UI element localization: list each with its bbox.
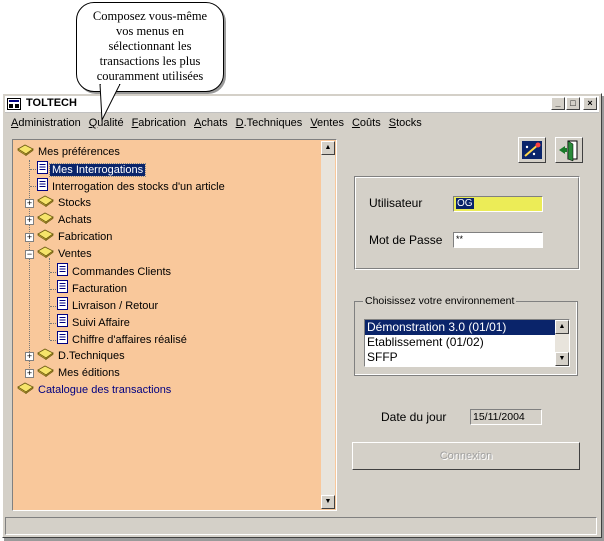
app-window: TOLTECH _ □ × Administration Qualité Fabri… bbox=[2, 93, 602, 538]
book-icon bbox=[17, 144, 34, 157]
tree-item-commandes-clients[interactable]: Commandes Clients bbox=[57, 263, 173, 279]
tree-item-d-techniques[interactable]: D.Techniques bbox=[37, 348, 127, 364]
tree-item-label: Commandes Clients bbox=[72, 265, 172, 278]
menu-achats[interactable]: Achats bbox=[190, 115, 232, 131]
scroll-up-button[interactable]: ▲ bbox=[321, 141, 335, 155]
menu-d-techniques[interactable]: D.Techniques bbox=[232, 115, 307, 131]
expand-icon[interactable]: + bbox=[25, 352, 34, 361]
collapse-icon[interactable]: − bbox=[25, 250, 34, 259]
environment-group: Choisissez votre environnement Démonstra… bbox=[354, 295, 578, 376]
tree-item-label: Stocks bbox=[58, 197, 92, 210]
tree-item-mes-interrogations[interactable]: Mes Interrogations bbox=[37, 161, 147, 177]
book-icon bbox=[37, 195, 54, 208]
env-scroll-up[interactable]: ▲ bbox=[555, 320, 569, 334]
tree-item-achats[interactable]: Achats bbox=[37, 212, 94, 228]
status-bar bbox=[5, 517, 599, 535]
tree-item-fabrication[interactable]: Fabrication bbox=[37, 229, 114, 245]
tree-item-label: Mes Interrogations bbox=[48, 162, 147, 177]
expand-icon[interactable]: + bbox=[25, 233, 34, 242]
tree-item-label: D.Techniques bbox=[58, 350, 125, 363]
environment-option[interactable]: SFFP bbox=[365, 350, 555, 365]
date-field: 15/11/2004 bbox=[470, 409, 542, 425]
book-icon bbox=[37, 365, 54, 378]
menu-fabrication[interactable]: Fabrication bbox=[128, 115, 190, 131]
tree-item-mes-editions[interactable]: Mes éditions bbox=[37, 365, 122, 381]
tree-item-label: Catalogue des transactions bbox=[38, 384, 172, 397]
exit-tool-button[interactable] bbox=[555, 137, 583, 163]
tree-item-label: Mes éditions bbox=[58, 367, 120, 380]
menu-stocks[interactable]: Stocks bbox=[385, 115, 426, 131]
tree-item-label: Mes préférences bbox=[38, 146, 120, 159]
tree-item-ventes[interactable]: Ventes bbox=[37, 246, 94, 262]
tree-item-label: Ventes bbox=[58, 248, 92, 261]
menu-bar: Administration Qualité Fabrication Achats D.… bbox=[7, 115, 426, 131]
wand-icon bbox=[522, 141, 542, 159]
transaction-tree[interactable]: ▲ ▼ Mes préférences Mes Interrogations Int… bbox=[12, 139, 337, 511]
document-icon bbox=[37, 161, 48, 174]
menu-co-ts[interactable]: Coûts bbox=[348, 115, 385, 131]
tree-item-livraison-retour[interactable]: Livraison / Retour bbox=[57, 297, 160, 313]
user-value: OG bbox=[456, 198, 474, 209]
tree-item-label: Interrogation des stocks d'un article bbox=[52, 180, 225, 193]
tree-item-suivi-affaire[interactable]: Suivi Affaire bbox=[57, 314, 132, 330]
book-icon bbox=[37, 246, 54, 259]
user-input[interactable]: OG bbox=[453, 196, 543, 212]
tree-item-chiffre-d-affaires-realise[interactable]: Chiffre d'affaires réalisé bbox=[57, 331, 189, 347]
environment-option[interactable]: Etablissement (01/02) bbox=[365, 335, 555, 350]
expand-icon[interactable]: + bbox=[25, 199, 34, 208]
window-title: TOLTECH bbox=[26, 97, 77, 109]
password-label: Mot de Passe bbox=[369, 233, 443, 247]
document-icon bbox=[57, 280, 68, 293]
maximize-button[interactable]: □ bbox=[566, 97, 580, 110]
scroll-down-button[interactable]: ▼ bbox=[321, 495, 335, 509]
tree-item-label: Fabrication bbox=[58, 231, 113, 244]
environment-legend: Choisissez votre environnement bbox=[363, 295, 517, 307]
menu-ventes[interactable]: Ventes bbox=[306, 115, 348, 131]
expand-icon[interactable]: + bbox=[25, 216, 34, 225]
minimize-button[interactable]: _ bbox=[551, 97, 565, 110]
config-tool-button[interactable] bbox=[518, 137, 546, 163]
callout-tail bbox=[99, 84, 121, 122]
document-icon bbox=[37, 178, 48, 191]
password-input[interactable]: ** bbox=[453, 232, 543, 248]
tooltip-callout: Composez vous-même vos menus en sélectio… bbox=[76, 2, 224, 92]
tree-item-catalogue-des-transactions[interactable]: Catalogue des transactions bbox=[17, 382, 173, 398]
close-button[interactable]: × bbox=[583, 97, 597, 110]
document-icon bbox=[57, 314, 68, 327]
tree-item-label: Livraison / Retour bbox=[72, 299, 159, 312]
status-cell bbox=[5, 517, 597, 535]
tree-item-facturation[interactable]: Facturation bbox=[57, 280, 129, 296]
book-icon bbox=[17, 382, 34, 395]
credentials-panel bbox=[354, 176, 580, 270]
environment-listbox[interactable]: Démonstration 3.0 (01/01) Etablissement (… bbox=[364, 319, 570, 367]
title-bar: TOLTECH _ □ × bbox=[5, 96, 599, 113]
tree-item-label: Chiffre d'affaires réalisé bbox=[72, 333, 187, 346]
app-icon bbox=[7, 98, 21, 110]
exit-door-icon bbox=[559, 140, 578, 162]
tree-item-label: Facturation bbox=[72, 282, 128, 295]
user-label: Utilisateur bbox=[369, 196, 423, 210]
tree-item-stocks[interactable]: Stocks bbox=[37, 195, 93, 211]
book-icon bbox=[37, 229, 54, 242]
document-icon bbox=[57, 297, 68, 310]
document-icon bbox=[57, 331, 68, 344]
expand-icon[interactable]: + bbox=[25, 369, 34, 378]
tree-item-mes-preferences[interactable]: Mes préférences bbox=[17, 144, 122, 160]
tree-connector bbox=[49, 258, 50, 340]
book-icon bbox=[37, 212, 54, 225]
document-icon bbox=[57, 263, 68, 276]
tree-item-label: Suivi Affaire bbox=[72, 316, 130, 329]
tree-item-interrogation-des-stocks-d-un-article[interactable]: Interrogation des stocks d'un article bbox=[37, 178, 227, 194]
environment-option[interactable]: Démonstration 3.0 (01/01) bbox=[365, 320, 555, 335]
menu-administration[interactable]: Administration bbox=[7, 115, 85, 131]
callout-text: Composez vous-même vos menus en sélectio… bbox=[92, 9, 208, 83]
book-icon bbox=[37, 348, 54, 361]
connect-button[interactable]: Connexion bbox=[352, 442, 580, 470]
environment-scrollbar[interactable]: ▲ ▼ bbox=[555, 320, 569, 366]
tree-scrollbar[interactable]: ▲ ▼ bbox=[321, 141, 335, 509]
tree-connector bbox=[29, 160, 30, 370]
env-scroll-down[interactable]: ▼ bbox=[555, 352, 569, 366]
date-label: Date du jour bbox=[381, 410, 447, 424]
tree-item-label: Achats bbox=[58, 214, 92, 227]
